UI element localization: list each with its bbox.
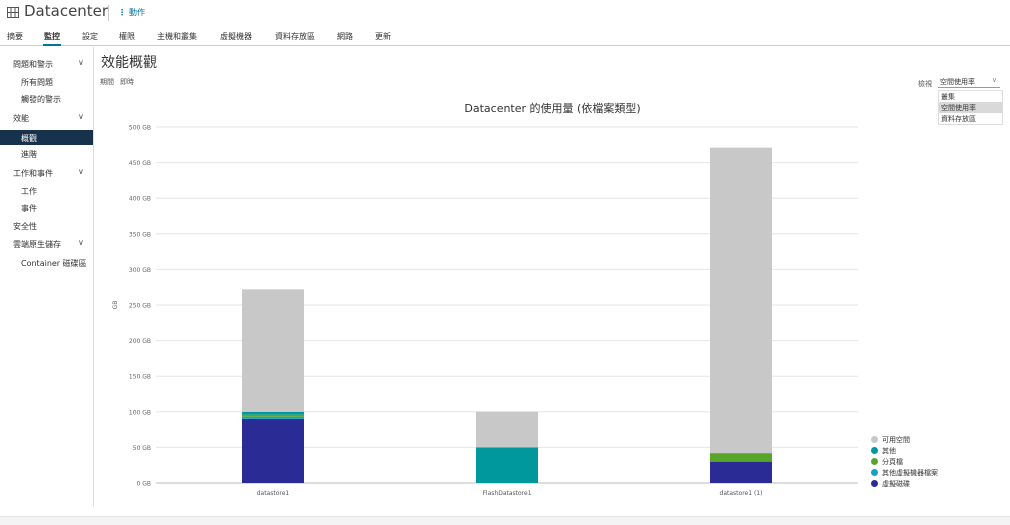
y-tick-label: 150 GB <box>129 374 151 381</box>
legend-label: 分頁檔 <box>882 458 903 466</box>
x-tick-label: datastore1 (1) <box>720 490 763 497</box>
object-header: Datacenter ⋮ 動作 <box>0 0 1010 27</box>
y-tick-label: 350 GB <box>129 231 151 238</box>
sidebar-item-security[interactable]: 安全性 <box>13 221 37 232</box>
sidebar-item-overview[interactable]: 概觀 <box>0 130 93 145</box>
bar-segment <box>242 416 304 419</box>
tab-monitor[interactable]: 監控 <box>43 31 61 46</box>
y-axis-label: GB <box>112 301 119 310</box>
tab-networks[interactable]: 網路 <box>337 31 353 42</box>
sidebar-item-events[interactable]: 事件 <box>21 203 37 214</box>
legend-label: 其他 <box>882 447 896 455</box>
legend-swatch <box>871 436 878 443</box>
chevron-down-icon[interactable]: ∨ <box>78 167 84 176</box>
y-tick-label: 500 GB <box>129 125 151 132</box>
actions-label: 動作 <box>129 8 145 17</box>
sidebar-group-cloud-native-storage[interactable]: 雲端原生儲存 <box>13 239 61 250</box>
tab-summary[interactable]: 摘要 <box>7 31 23 42</box>
bar-segment <box>476 447 538 483</box>
legend-label: 可用空間 <box>882 436 910 444</box>
sidebar-group-issues[interactable]: 問題和警示 <box>13 59 53 70</box>
sidebar-item-container-volumes[interactable]: Container 磁碟區 <box>21 258 87 269</box>
legend-item-free-space[interactable]: 可用空間 <box>870 435 938 446</box>
sidebar-item-all-issues[interactable]: 所有問題 <box>21 77 53 88</box>
tab-vms[interactable]: 虛擬機器 <box>220 31 252 42</box>
y-tick-label: 200 GB <box>129 338 151 345</box>
sidebar-item-triggered-alarms[interactable]: 觸發的警示 <box>21 94 61 105</box>
y-tick-label: 300 GB <box>129 267 151 274</box>
x-tick-label: FlashDatastore1 <box>482 490 531 497</box>
bar-segment <box>242 289 304 412</box>
tab-datastores[interactable]: 資料存放區 <box>275 31 315 42</box>
legend-label: 虛擬磁碟 <box>882 480 910 488</box>
legend-swatch <box>871 447 878 454</box>
chevron-down-icon[interactable]: ∨ <box>78 58 84 67</box>
y-tick-label: 50 GB <box>133 445 151 452</box>
y-tick-label: 450 GB <box>129 160 151 167</box>
sidebar-item-advanced[interactable]: 進階 <box>21 149 37 160</box>
sidebar-group-performance[interactable]: 效能 <box>13 113 29 124</box>
tab-configure[interactable]: 設定 <box>82 31 98 42</box>
tab-permissions[interactable]: 權限 <box>119 31 135 42</box>
legend-label: 其他虛擬機器檔案 <box>882 469 938 477</box>
main-tabs: 摘要 監控 設定 權限 主機和叢集 虛擬機器 資料存放區 網路 更新 <box>0 28 1010 46</box>
vertical-ellipsis-icon: ⋮ <box>118 8 126 17</box>
bar-segment <box>710 461 772 483</box>
status-bar <box>0 516 1010 525</box>
header-divider <box>108 5 109 21</box>
tab-hosts-clusters[interactable]: 主機和叢集 <box>157 31 197 42</box>
legend-item-other-vm-files[interactable]: 其他虛擬機器檔案 <box>870 468 938 479</box>
bar-segment <box>242 414 304 417</box>
performance-overview-panel: 效能概觀 期間 即時 檢視 空間使用率 ∨ 叢集 空間使用率 資料存放區 Data… <box>95 47 1010 517</box>
y-tick-label: 0 GB <box>137 481 152 488</box>
chevron-down-icon[interactable]: ∨ <box>78 112 84 121</box>
sidebar-group-tasks-events[interactable]: 工作和事件 <box>13 168 53 179</box>
chevron-down-icon[interactable]: ∨ <box>78 238 84 247</box>
bar-segment <box>242 411 304 415</box>
legend-item-other[interactable]: 其他 <box>870 446 938 457</box>
chart-legend: 可用空間 其他 分頁檔 其他虛擬機器檔案 虛擬磁碟 <box>870 435 938 490</box>
legend-item-swap[interactable]: 分頁檔 <box>870 457 938 468</box>
bar-segment <box>710 453 772 462</box>
sidebar-item-tasks[interactable]: 工作 <box>21 186 37 197</box>
legend-swatch <box>871 480 878 487</box>
legend-item-virtual-disks[interactable]: 虛擬磁碟 <box>870 479 938 490</box>
bar-segment <box>476 411 538 448</box>
bar-segment <box>242 418 304 483</box>
page-header-title: Datacenter <box>24 2 109 20</box>
y-tick-label: 250 GB <box>129 303 151 310</box>
tab-updates[interactable]: 更新 <box>375 31 391 42</box>
legend-swatch <box>871 458 878 465</box>
y-tick-label: 100 GB <box>129 409 151 416</box>
legend-swatch <box>871 469 878 476</box>
datacenter-icon <box>7 7 19 18</box>
y-tick-label: 400 GB <box>129 196 151 203</box>
bar-segment <box>710 147 772 454</box>
monitor-sidebar: 問題和警示 ∨ 所有問題 觸發的警示 效能 ∨ 概觀 進階 工作和事件 ∨ 工作… <box>0 47 94 507</box>
actions-menu-button[interactable]: ⋮ 動作 <box>118 7 145 18</box>
x-tick-label: datastore1 <box>257 490 290 497</box>
